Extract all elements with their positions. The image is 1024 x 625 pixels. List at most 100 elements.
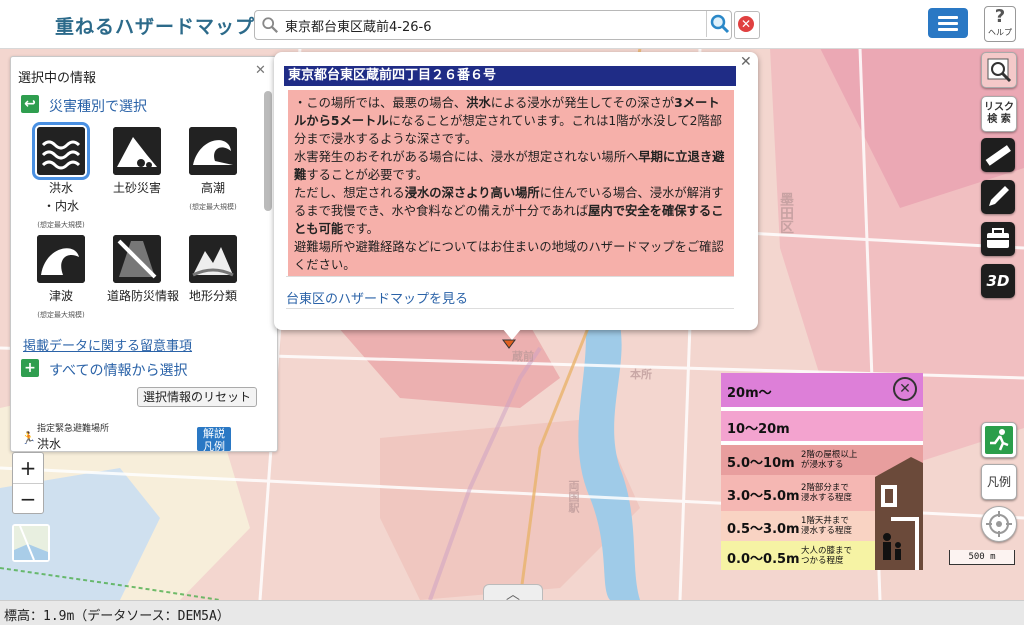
search-icon xyxy=(710,14,730,34)
search-input[interactable] xyxy=(283,14,707,36)
text: ・この場所では、最悪の場合、 xyxy=(294,96,467,110)
section-all-info-label: すべての情報から選択 xyxy=(49,363,188,379)
toolbox-icon xyxy=(987,228,1009,248)
flood-icon xyxy=(32,122,90,180)
legend-range: 10〜20m xyxy=(727,422,790,437)
close-icon: ✕ xyxy=(738,16,754,32)
hazard-road[interactable]: 道路防災情報 xyxy=(107,235,180,304)
legend-desc: 1階天井まで xyxy=(801,516,849,526)
risk-search-button[interactable]: リスク 検 索 xyxy=(981,96,1017,132)
map-label-station: 両国駅 xyxy=(567,480,580,513)
hazard-storm-surge[interactable]: 高潮 (想定最大規模) xyxy=(183,127,243,212)
search-button[interactable] xyxy=(706,11,731,37)
popup-para-3: ただし、想定される浸水の深さより高い場所に住んでいる場合、浸水が解消するまで我慢… xyxy=(294,184,728,238)
evacuation-icon: 🏃 xyxy=(21,431,36,445)
magnifier-icon xyxy=(987,58,1012,83)
popup-para-4: 避難場所や避難経路などについてはお住まいの地域のハザードマップをご確認ください。 xyxy=(294,240,724,272)
legend-range: 3.0〜5.0m xyxy=(727,489,800,504)
text: 浸水の深さより高い場所 xyxy=(404,186,540,200)
text: による浸水が発生してその深さが xyxy=(490,96,675,110)
hazard-flood-label: 洪水 xyxy=(48,181,73,195)
popup-description: ・この場所では、最悪の場合、洪水による浸水が発生してその深さが3メートルから5メ… xyxy=(288,90,734,276)
legend-desc: 大人の膝まで xyxy=(801,546,853,556)
hazard-storm-surge-label: 高潮 xyxy=(200,181,225,195)
zoom-in-button[interactable]: + xyxy=(13,453,43,484)
panel-close-icon[interactable]: ✕ xyxy=(255,63,266,78)
legend-row: 10〜20m xyxy=(721,411,923,441)
legend-close-icon[interactable]: ✕ xyxy=(893,377,917,401)
hazard-flood-note: (想定最大規模) xyxy=(37,221,85,229)
legend-range: 0.0〜0.5m xyxy=(727,552,800,567)
legend-button[interactable]: 凡例 xyxy=(981,464,1017,500)
pencil-icon xyxy=(989,186,1009,206)
explain-button-line1: 解説 xyxy=(203,427,225,440)
text: 洪水 xyxy=(466,96,491,110)
legend-desc: 2階の屋根以上 xyxy=(801,450,858,460)
draw-tool[interactable] xyxy=(981,180,1015,214)
text: です。 xyxy=(343,222,379,236)
legend-range: 5.0〜10m xyxy=(727,456,795,471)
hazard-flood[interactable]: 洪水 ・内水 (想定最大規模) xyxy=(31,122,91,230)
house-depth-illustration xyxy=(875,457,923,570)
scale-bar: 500 m xyxy=(949,550,1015,565)
legend-desc: 浸水する程度 xyxy=(801,526,853,536)
divider xyxy=(286,308,734,309)
search-box[interactable] xyxy=(254,10,732,40)
3d-view-button[interactable]: 3D xyxy=(981,264,1015,298)
reset-selection-button[interactable]: 選択情報のリセット xyxy=(137,387,257,407)
legend-row: 20m〜 ✕ xyxy=(721,373,923,407)
map-label-place: 本所 xyxy=(630,368,652,381)
shelter-type-label: 指定緊急避難場所 xyxy=(37,424,110,434)
app-title[interactable]: 重ねるハザードマップ xyxy=(55,12,255,39)
menu-button[interactable] xyxy=(928,8,968,38)
map-thumbnail-icon xyxy=(14,525,48,561)
current-location-button[interactable] xyxy=(981,506,1017,542)
terrain-icon xyxy=(189,235,237,283)
tsunami-icon xyxy=(37,235,85,283)
map-search-tool[interactable] xyxy=(981,52,1017,88)
elevation-readout: 標高：1.9m（データソース：DEM5A） xyxy=(4,609,230,624)
risk-search-line2: 検 索 xyxy=(987,114,1011,125)
hazard-tsunami-note: (想定最大規模) xyxy=(37,311,85,319)
status-bar: 標高：1.9m（データソース：DEM5A） xyxy=(0,600,1024,625)
risk-search-line1: リスク xyxy=(984,102,1014,113)
hazard-tsunami[interactable]: 津波 (想定最大規模) xyxy=(31,235,91,320)
location-info-popup: ✕ 東京都台東区蔵前四丁目２６番６号 ・この場所では、最悪の場合、洪水による浸水… xyxy=(274,52,758,340)
help-label: ヘルプ xyxy=(988,28,1012,37)
locate-icon xyxy=(986,511,1012,537)
hazard-landslide[interactable]: 土砂災害 xyxy=(107,127,167,196)
storm-surge-icon xyxy=(189,127,237,175)
hazard-storm-surge-note: (想定最大規模) xyxy=(189,203,237,211)
legend-desc: つかる程度 xyxy=(801,556,844,566)
ruler-icon xyxy=(985,145,1011,166)
popup-pointer xyxy=(502,328,522,340)
explain-legend-button[interactable]: 解説 凡例 xyxy=(197,427,231,451)
divider xyxy=(286,276,734,277)
search-icon xyxy=(262,17,278,33)
back-arrow-icon: ↩ xyxy=(21,95,39,113)
popup-close-icon[interactable]: ✕ xyxy=(740,54,752,70)
popup-para-1: ・この場所では、最悪の場合、洪水による浸水が発生してその深さが3メートルから5メ… xyxy=(294,94,728,148)
hazard-terrain[interactable]: 地形分類 xyxy=(183,235,243,304)
hamburger-icon xyxy=(938,16,958,19)
hazard-map-link[interactable]: 台東区のハザードマップを見る xyxy=(286,288,468,307)
legend-desc: が浸水する xyxy=(801,460,844,470)
notice-link[interactable]: 掲載データに関する留意事項 xyxy=(23,335,192,354)
panel-scrollbar[interactable] xyxy=(264,91,272,211)
clear-search-button[interactable]: ✕ xyxy=(734,11,760,39)
shelter-value: 洪水 xyxy=(37,437,62,451)
hazard-tsunami-label: 津波 xyxy=(48,289,73,303)
base-map-thumbnail[interactable] xyxy=(12,524,50,562)
hazard-terrain-label: 地形分類 xyxy=(188,289,237,303)
toolbox-button[interactable] xyxy=(981,222,1015,256)
evacuation-button[interactable] xyxy=(981,422,1017,458)
explain-button-line2: 凡例 xyxy=(203,440,225,451)
help-button[interactable]: ? ヘルプ xyxy=(984,6,1016,42)
measure-tool[interactable] xyxy=(981,138,1015,172)
hamburger-line xyxy=(938,22,958,25)
hazard-landslide-label: 土砂災害 xyxy=(112,181,161,195)
road-disaster-icon xyxy=(113,235,161,283)
zoom-out-button[interactable]: − xyxy=(13,484,43,514)
app-header: 重ねるハザードマップ ✕ ? ヘルプ xyxy=(0,0,1024,49)
hazard-road-label: 道路防災情報 xyxy=(107,289,180,303)
